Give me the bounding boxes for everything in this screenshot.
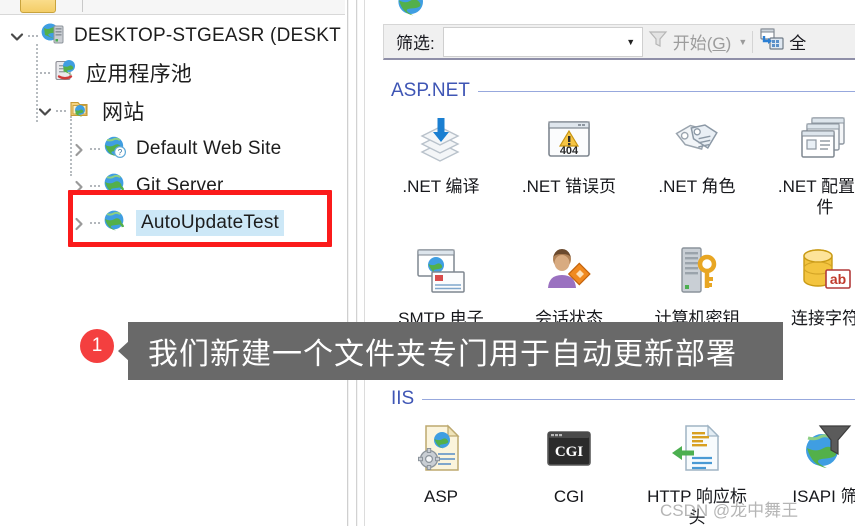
chevron-down-icon[interactable]: ▼ [620,37,642,47]
panel-splitter[interactable] [345,0,377,526]
feature-label: .NET 配置文 件 [777,177,855,218]
feature-item-connection-strings[interactable]: ab 连接字符 [761,240,855,329]
net-error-pages-icon: 404 [540,108,598,170]
features-view-panel: 筛选: ▼ 开始(G) ▼ 全 ASP.NET .NET 编译 404 .NET… [377,0,855,526]
show-all-label: 全 [789,34,807,53]
feature-item-smtp-email[interactable]: SMTP 电子 [377,240,505,329]
feature-item-net-error-pages[interactable]: 404 .NET 错误页 [505,108,633,219]
filter-toolbar: 筛选: ▼ 开始(G) ▼ 全 [383,24,855,60]
tree-node-label: DESKTOP-STGEASR (DESKT [74,25,341,46]
tree-node-server[interactable]: DESKTOP-STGEASR (DESKT [6,21,341,51]
connections-tree-panel: DESKTOP-STGEASR (DESKT 应用程序池 网站 ? Defaul… [0,0,345,526]
show-all-button[interactable]: 全 [755,25,810,59]
callout-arrow [118,340,130,362]
section-title: ASP.NET [391,80,470,101]
feature-label: CGI [553,487,585,506]
tree-connector-dots [90,185,100,187]
net-roles-icon [668,108,726,170]
section-header-aspnet: ASP.NET [391,80,855,102]
feature-item-machine-key[interactable]: 计算机密钥 [633,240,761,329]
tree-node-label: 网站 [102,101,145,124]
tree-node-sites[interactable]: 网站 [34,96,144,126]
app-pools-icon [52,58,78,89]
server-icon [40,21,66,52]
section-title: IIS [391,388,415,409]
highlight-rectangle [68,190,332,247]
tree-node-label: Default Web Site [136,138,282,159]
feature-row: .NET 编译 404 .NET 错误页 .NET 角色 .NET 配置 件 [377,108,855,219]
section-rule [477,90,855,92]
section-header-iis: IIS [391,388,855,410]
svg-text:404: 404 [560,145,579,157]
watermark: CSDN @龙中舞王 [660,501,799,520]
feature-item-net-roles[interactable]: .NET 角色 [633,108,761,219]
feature-item-session-state[interactable]: 会话状态 [505,240,633,329]
website-help-icon: ? [102,134,128,165]
feature-item-net-compilation[interactable]: .NET 编译 [377,108,505,219]
feature-label: .NET 编译 [402,177,480,196]
feature-row: SMTP 电子 会话状态 计算机密钥 ab 连接字符 [377,240,855,329]
tree-panel-toolbar-strip [0,0,345,15]
session-state-icon [540,240,598,302]
connection-strings-icon: ab [796,240,854,302]
chevron-down-icon[interactable] [34,100,56,122]
chevron-down-icon[interactable] [6,25,28,47]
svg-text:ab: ab [830,271,846,287]
screenshot-root: DESKTOP-STGEASR (DESKT 应用程序池 网站 ? Defaul… [0,0,855,526]
cgi-icon: CGI [540,418,598,480]
svg-text:CGI: CGI [555,444,584,460]
toolbar-divider [82,0,83,12]
tree-node-label: 应用程序池 [86,63,192,86]
feature-label: .NET 角色 [658,177,736,196]
toolbar-divider [752,30,754,53]
callout-badge: 1 [80,329,114,363]
tree-node-default-web-site[interactable]: ? Default Web Site [68,134,281,164]
feature-item-cgi[interactable]: CGI CGI [505,418,633,526]
feature-item-net-profile[interactable]: .NET 配置文 件 [761,108,855,219]
isapi-filters-icon [796,418,854,480]
svg-text:?: ? [118,148,123,157]
callout-text: 我们新建一个文件夹专门用于自动更新部署 [148,338,737,371]
tree-connector-dots [28,35,38,37]
go-button[interactable]: 开始(G) [643,25,736,59]
sites-folder-icon [68,96,94,127]
tree-connector-dots [40,72,50,74]
tree-connector-dots [56,110,66,112]
folder-icon [20,0,56,13]
tree-node-application-pools[interactable]: 应用程序池 [40,58,192,88]
feature-label: .NET 错误页 [521,177,617,196]
website-icon [395,0,429,25]
http-response-headers-icon [668,418,726,480]
smtp-email-icon [412,240,470,302]
funnel-icon [647,28,669,55]
machine-key-icon [668,240,726,302]
splitter-line [364,0,365,526]
section-rule [422,398,855,400]
asp-icon [412,418,470,480]
feature-item-asp[interactable]: ASP [377,418,505,526]
splitter-line [348,0,349,526]
filter-label: 筛选: [396,34,435,53]
filter-input[interactable]: ▼ [442,26,643,57]
chevron-right-icon[interactable] [68,138,90,160]
chevron-down-icon[interactable]: ▼ [735,37,750,47]
tree-connector-dots [90,148,100,150]
net-compilation-icon [412,108,470,170]
splitter-line [357,0,358,526]
net-profile-icon [796,108,854,170]
show-all-icon [759,27,785,56]
go-button-label: 开始(G) [672,34,732,53]
feature-label: ASP [423,487,459,506]
callout-box: 我们新建一个文件夹专门用于自动更新部署 [128,322,783,380]
